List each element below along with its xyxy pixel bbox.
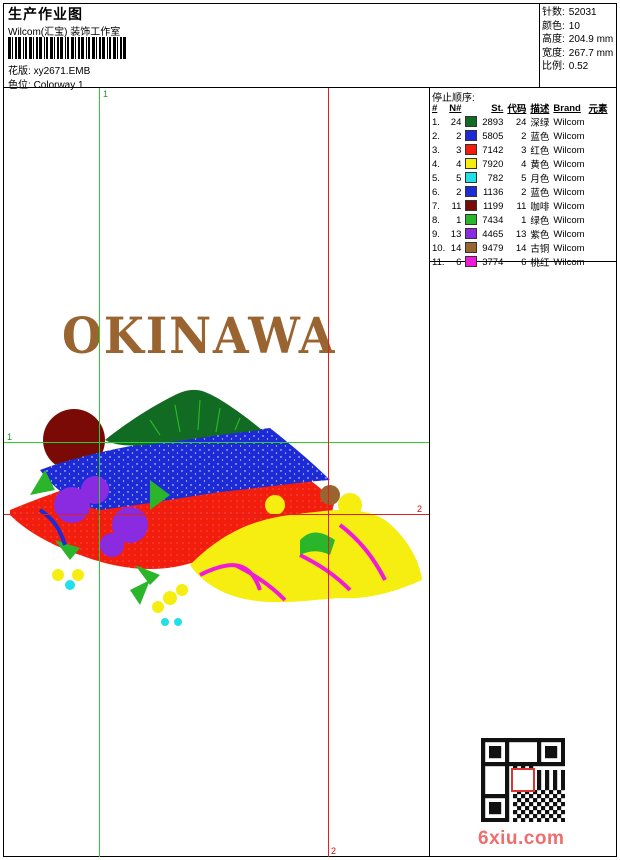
color-swatch <box>465 214 478 226</box>
guide-horizontal-2 <box>4 514 429 515</box>
color-swatch <box>465 158 478 170</box>
guide-vertical-1 <box>99 88 100 857</box>
color-swatch <box>465 256 478 268</box>
stat-row: 颜色: 10 <box>542 20 580 32</box>
color-swatch <box>465 242 478 254</box>
embroidery-design <box>10 389 422 626</box>
table-header: # N# St. 代码 描述 Brand 元素 <box>432 102 608 116</box>
table-row: 2. 2 5805 2 蓝色 Wilcom <box>432 130 585 143</box>
qr-code-icon <box>481 738 565 822</box>
stat-row: 高度: 204.9 mm <box>542 34 614 45</box>
table-row: 1. 24 2893 24 深绿 Wilcom <box>432 116 585 129</box>
table-row: 10. 14 9479 14 古铜 Wilcom <box>432 242 585 255</box>
guide-label-h1: 1 <box>7 432 13 442</box>
color-table: # N# St. 代码 描述 Brand 元素 1. 24 2893 24 深绿 Wilc… <box>430 101 610 270</box>
table-row: 5. 5 782 5 月色 Wilcom <box>432 172 585 185</box>
table-row: 9. 13 4465 13 紫色 Wilcom <box>432 228 585 241</box>
color-swatch <box>465 116 478 128</box>
stats-panel: 针数: 52031 颜色: 10 高度: 204.9 mm 宽度: 267.7 mm 比… <box>542 6 613 74</box>
guide-label-v1: 1 <box>103 89 109 99</box>
color-swatch <box>465 130 478 142</box>
stat-row: 比例: 0.52 <box>542 61 589 72</box>
guide-horizontal-1 <box>4 442 429 443</box>
guide-label-h2: 2 <box>417 504 423 514</box>
table-row: 8. 1 7434 1 绿色 Wilcom <box>432 214 585 227</box>
table-row: 6. 2 1136 2 蓝色 Wilcom <box>432 186 585 199</box>
stats-divider <box>539 3 540 87</box>
design-text: OKINAWA <box>62 306 337 365</box>
color-swatch <box>465 144 478 156</box>
guide-vertical-2 <box>328 88 329 857</box>
color-swatch <box>465 228 478 240</box>
color-swatch <box>465 186 478 198</box>
table-row: 7. 11 1199 11 咖啡 Wilcom <box>432 200 585 213</box>
table-row: 3. 3 7142 3 红色 Wilcom <box>432 144 585 157</box>
table-row: 11. 6 3774 6 桃红 Wilcom <box>432 256 585 269</box>
watermark: 6xiu.com <box>478 828 565 849</box>
stat-row: 针数: 52031 <box>542 7 597 18</box>
stat-row: 宽度: 267.7 mm <box>542 47 614 59</box>
color-swatch <box>465 172 478 184</box>
table-row: 4. 4 7920 4 黄色 Wilcom <box>432 158 585 171</box>
color-swatch <box>465 200 478 212</box>
guide-label-v2: 2 <box>331 846 337 856</box>
